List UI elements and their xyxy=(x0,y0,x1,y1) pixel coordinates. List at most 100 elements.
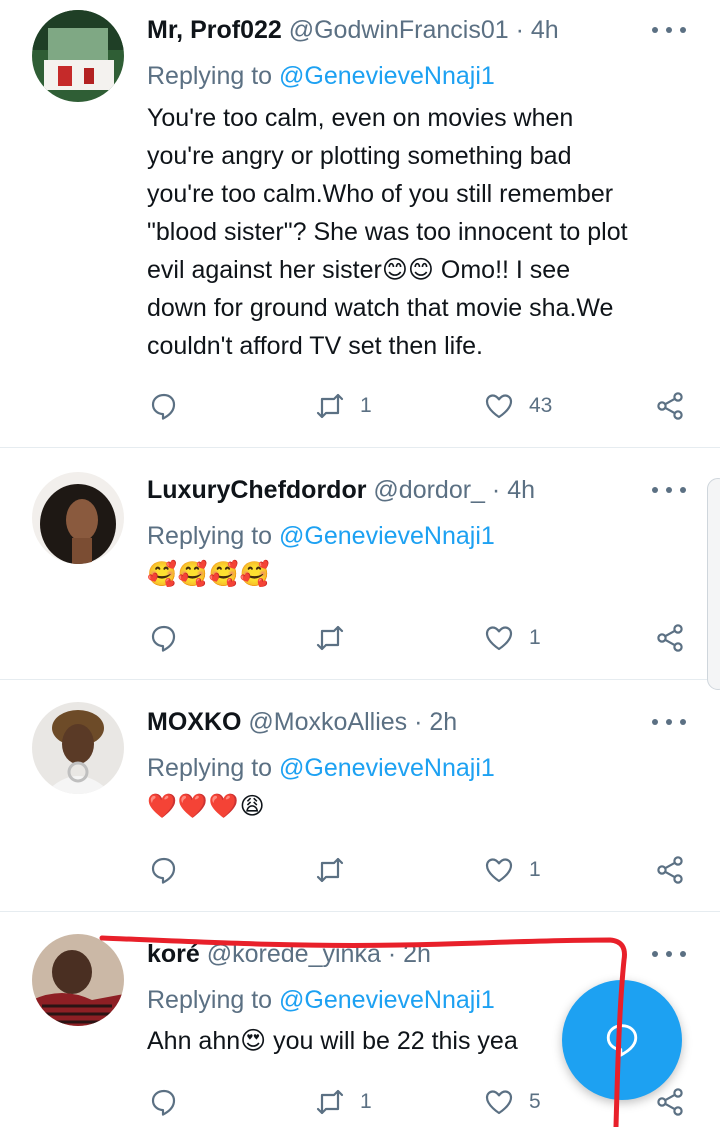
display-name[interactable]: LuxuryChefdordor xyxy=(147,476,366,504)
user-handle[interactable]: @GodwinFrancis01 xyxy=(289,16,509,44)
separator-dot: · xyxy=(414,708,423,736)
tweet[interactable]: Mr, Prof022 @GodwinFrancis01 · 4h Replyi… xyxy=(0,0,720,448)
user-handle[interactable]: @korede_yinka xyxy=(207,940,381,968)
tweet[interactable]: LuxuryChefdordor @dordor_ · 4h Replying … xyxy=(0,448,720,680)
avatar[interactable] xyxy=(32,702,124,794)
tweet-text-line: "blood sister"? She was too innocent to … xyxy=(147,218,628,246)
tweet-actions: 1 xyxy=(0,850,720,890)
tweet-text-line: down for ground watch that movie sha.We xyxy=(147,294,614,322)
tweet-text: Ahn ahn😍 you will be 22 this yea xyxy=(147,1022,567,1060)
more-icon[interactable] xyxy=(652,485,686,495)
avatar[interactable] xyxy=(32,934,124,1026)
tweet-header: Mr, Prof022 @GodwinFrancis01 · 4h xyxy=(147,12,640,48)
tweet-header: MOXKO @MoxkoAllies · 2h xyxy=(147,704,640,740)
tweet-text-line: 🥰🥰🥰🥰 xyxy=(147,561,271,588)
tweet-text-line: couldn't afford TV set then life. xyxy=(147,332,483,360)
tweet-text: ❤️❤️❤️😩 xyxy=(147,788,692,826)
separator-dot: · xyxy=(515,16,524,44)
like-button[interactable]: 1 xyxy=(483,850,541,890)
mention-link[interactable]: @GenevieveNnaji1 xyxy=(279,754,495,782)
share-button[interactable] xyxy=(654,1082,686,1122)
replying-to: Replying to @GenevieveNnaji1 xyxy=(147,982,495,1018)
heart-icon xyxy=(485,858,513,883)
tweet[interactable]: MOXKO @MoxkoAllies · 2h Replying to @Gen… xyxy=(0,680,720,912)
replying-to: Replying to @GenevieveNnaji1 xyxy=(147,518,495,554)
retweet-icon xyxy=(316,857,344,883)
heart-icon xyxy=(485,394,513,419)
avatar[interactable] xyxy=(32,472,124,564)
display-name[interactable]: koré xyxy=(147,940,200,968)
separator-dot: · xyxy=(491,476,501,504)
reply-button[interactable] xyxy=(148,1082,180,1122)
reply-button[interactable] xyxy=(148,618,180,658)
share-icon xyxy=(657,856,683,884)
retweet-count: 1 xyxy=(360,394,372,417)
replying-prefix: Replying to xyxy=(147,986,280,1014)
share-icon xyxy=(657,1088,683,1116)
reply-icon xyxy=(151,1089,176,1116)
display-name[interactable]: MOXKO xyxy=(147,708,241,736)
edge-panel-handle[interactable] xyxy=(707,478,720,690)
retweet-button[interactable]: 1 xyxy=(314,1082,372,1122)
compose-reply-icon xyxy=(606,1024,638,1057)
reply-icon xyxy=(151,625,176,652)
reply-icon xyxy=(151,857,176,884)
mention-link[interactable]: @GenevieveNnaji1 xyxy=(279,62,495,90)
separator-dot: · xyxy=(387,940,397,968)
heart-icon xyxy=(485,1090,513,1115)
avatar[interactable] xyxy=(32,10,124,102)
share-button[interactable] xyxy=(654,386,686,426)
tweet-text-line: evil against her sister😊😊 Omo!! I see xyxy=(147,256,571,284)
share-button[interactable] xyxy=(654,618,686,658)
heart-icon xyxy=(485,626,513,651)
timestamp[interactable]: 2h xyxy=(403,940,431,968)
user-handle[interactable]: @MoxkoAllies xyxy=(248,708,407,736)
share-icon xyxy=(657,624,683,652)
retweet-icon xyxy=(316,393,344,419)
share-button[interactable] xyxy=(654,850,686,890)
tweet-text: 🥰🥰🥰🥰 xyxy=(147,556,692,594)
more-icon[interactable] xyxy=(652,949,686,959)
compose-button[interactable] xyxy=(562,980,682,1100)
tweet-text: You're too calm, even on movies when you… xyxy=(147,99,692,365)
timestamp[interactable]: 4h xyxy=(507,476,535,504)
replying-prefix: Replying to xyxy=(147,62,280,90)
tweet-text-line: You're too calm, even on movies when xyxy=(147,104,574,132)
tweet-text-line: you're angry or plotting something bad xyxy=(147,142,572,170)
like-count: 1 xyxy=(529,858,541,881)
share-icon xyxy=(657,392,683,420)
mention-link[interactable]: @GenevieveNnaji1 xyxy=(279,986,495,1014)
like-button[interactable]: 43 xyxy=(483,386,552,426)
retweet-button[interactable] xyxy=(314,618,360,658)
replying-to: Replying to @GenevieveNnaji1 xyxy=(147,750,495,786)
reply-button[interactable] xyxy=(148,850,180,890)
replying-to: Replying to @GenevieveNnaji1 xyxy=(147,58,495,94)
more-icon[interactable] xyxy=(652,25,686,35)
like-count: 5 xyxy=(529,1090,541,1113)
mention-link[interactable]: @GenevieveNnaji1 xyxy=(279,522,495,550)
tweet-actions: 1 43 xyxy=(0,386,720,426)
like-count: 1 xyxy=(529,626,541,649)
retweet-count: 1 xyxy=(360,1090,372,1113)
like-button[interactable]: 1 xyxy=(483,618,541,658)
tweet-header: LuxuryChefdordor @dordor_ · 4h xyxy=(147,472,640,508)
more-icon[interactable] xyxy=(652,717,686,727)
tweet-text-line: Ahn ahn😍 you will be 22 this yea xyxy=(147,1027,518,1055)
tweet-header: koré @korede_yinka · 2h xyxy=(147,936,640,972)
tweet-actions: 1 xyxy=(0,618,720,658)
tweet-text-line: ❤️❤️❤️😩 xyxy=(147,793,266,820)
display-name[interactable]: Mr, Prof022 xyxy=(147,16,282,44)
reply-button[interactable] xyxy=(148,386,180,426)
timestamp[interactable]: 2h xyxy=(429,708,457,736)
like-button[interactable]: 5 xyxy=(483,1082,541,1122)
replying-prefix: Replying to xyxy=(147,754,280,782)
timestamp[interactable]: 4h xyxy=(531,16,559,44)
like-count: 43 xyxy=(529,394,553,417)
user-handle[interactable]: @dordor_ xyxy=(373,476,485,504)
retweet-icon xyxy=(316,625,344,651)
retweet-button[interactable] xyxy=(314,850,360,890)
reply-icon xyxy=(151,393,176,420)
replying-prefix: Replying to xyxy=(147,522,280,550)
retweet-icon xyxy=(316,1089,344,1115)
retweet-button[interactable]: 1 xyxy=(314,386,372,426)
